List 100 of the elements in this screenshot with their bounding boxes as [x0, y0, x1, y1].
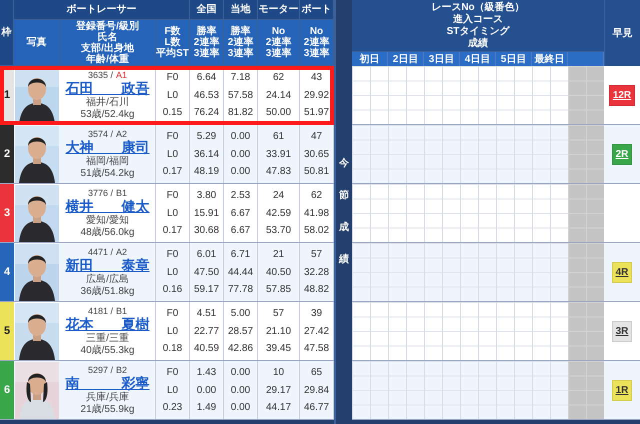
stat-value: 32.28 — [304, 266, 330, 278]
stat-value: 57.85 — [266, 284, 292, 295]
stat-value: 5.29 — [196, 131, 216, 142]
stat-value: 57 — [310, 249, 322, 260]
stat-value: 15.91 — [194, 208, 220, 218]
shaded-cell — [568, 125, 604, 183]
column-header: F数 — [164, 26, 181, 37]
racer-name-link[interactable]: 南 彩寧 — [66, 374, 150, 392]
age-weight-text: 36歳/51.8kg — [80, 286, 134, 298]
stat-value: 0.16 — [162, 284, 182, 295]
column-header: 勝率 — [196, 26, 216, 37]
section-label: 今節成績 — [339, 156, 349, 267]
stat-value: 7.18 — [230, 72, 250, 84]
column-header: STタイミング — [446, 26, 510, 38]
stat-value: 22.77 — [194, 326, 220, 336]
stat-value: 36.14 — [194, 148, 220, 160]
stat-value: L0 — [166, 208, 178, 218]
stat-value: L0 — [166, 90, 178, 100]
shaded-cell — [568, 184, 604, 242]
stat-value: 46.53 — [194, 90, 220, 100]
column-header: 当地 — [224, 0, 258, 20]
branch-text: 福井/石川 — [86, 96, 129, 108]
stat-value: 0.00 — [230, 402, 250, 413]
stat-value: 47.83 — [266, 166, 292, 177]
stat-value: 0.00 — [230, 367, 250, 378]
day-header: 5日目 — [496, 52, 532, 66]
stat-value: 24.14 — [266, 90, 292, 100]
column-header: No — [310, 26, 324, 37]
stat-value: 3.80 — [196, 190, 216, 202]
grade-label: A2 — [116, 246, 128, 256]
stat-value: 21 — [272, 249, 284, 260]
day-header: 2日目 — [388, 52, 424, 66]
column-header: ボート — [300, 0, 334, 20]
stat-value: 59.17 — [194, 284, 220, 295]
racer-name-link[interactable]: 横井 健太 — [66, 198, 150, 214]
branch-text: 三重/三重 — [86, 332, 129, 344]
stat-value: 81.82 — [228, 106, 254, 118]
stat-value: 62 — [272, 72, 284, 84]
column-header: 写真 — [14, 20, 60, 66]
shaded-cell — [568, 66, 604, 124]
stat-value: 46.77 — [304, 402, 330, 413]
column-header: 3連率 — [228, 48, 254, 59]
stat-value: 65 — [310, 367, 322, 378]
stat-value: 76.24 — [194, 106, 220, 118]
stat-value: 44.44 — [228, 266, 254, 278]
column-header: 3連率 — [266, 48, 292, 59]
stat-value: 10 — [272, 367, 284, 378]
column-header: 3連率 — [194, 48, 220, 59]
racer-name-link[interactable]: 石田 政吾 — [66, 80, 150, 96]
column-header: 全国 — [190, 0, 224, 20]
racer-name-link[interactable]: 大神 康司 — [66, 138, 150, 156]
stat-value: F0 — [166, 190, 178, 202]
stat-value: 48.82 — [304, 284, 330, 295]
stat-value: 77.78 — [228, 284, 254, 295]
grade-label: A2 — [116, 128, 128, 138]
column-header: L数 — [164, 37, 181, 48]
race-badge[interactable]: 1R — [612, 380, 632, 400]
column-header: レースNo（級番色） — [431, 2, 525, 14]
day-header: 初日 — [352, 52, 388, 66]
stat-value: L0 — [166, 148, 178, 160]
racer-name-link[interactable]: 花本 夏樹 — [66, 316, 150, 332]
racer-name-link[interactable]: 新田 泰章 — [66, 256, 150, 274]
stat-value: 24 — [272, 190, 284, 202]
branch-text: 兵庫/兵庫 — [86, 392, 129, 404]
stat-value: 27.42 — [304, 326, 330, 336]
column-header: 成績 — [468, 38, 488, 50]
frame-number: 2 — [0, 125, 14, 183]
column-header: 枠 — [0, 0, 14, 66]
stat-value: F0 — [166, 249, 178, 260]
stat-value: 0.00 — [230, 148, 250, 160]
stat-value: 48.19 — [194, 166, 220, 177]
stat-value: 6.67 — [230, 224, 250, 236]
day-header: 4日目 — [460, 52, 496, 66]
registration-number: 4471 / — [88, 246, 113, 256]
race-badge[interactable]: 3R — [612, 320, 632, 342]
stat-value: 0.15 — [162, 106, 182, 118]
column-header: 氏名 — [98, 32, 118, 42]
grade-label: B1 — [116, 188, 128, 198]
stat-value: 39 — [310, 308, 322, 320]
stat-value: 51.97 — [304, 106, 330, 118]
stat-value: 0.00 — [230, 131, 250, 142]
stat-value: F0 — [166, 367, 178, 378]
registration-number: 3574 / — [88, 128, 113, 138]
stat-value: 5.00 — [230, 308, 250, 320]
column-header: 勝率 — [230, 26, 250, 37]
day-header: 最終日 — [532, 52, 568, 66]
race-badge[interactable]: 4R — [612, 262, 632, 282]
age-weight-text: 51歳/54.2kg — [80, 168, 134, 180]
age-weight-text: 48歳/56.0kg — [80, 226, 134, 238]
stat-value: F0 — [166, 131, 178, 142]
stat-value: 30.68 — [194, 224, 220, 236]
column-header: モーター — [258, 0, 300, 20]
stat-value: 42.59 — [266, 208, 292, 218]
stat-value: 28.57 — [228, 326, 254, 336]
race-badge[interactable]: 12R — [608, 84, 636, 106]
stat-value: 41.98 — [304, 208, 330, 218]
stat-value: 0.23 — [162, 402, 182, 413]
race-badge[interactable]: 2R — [612, 144, 632, 164]
stat-value: 50.81 — [304, 166, 330, 177]
registration-number: 5297 / — [88, 364, 113, 374]
